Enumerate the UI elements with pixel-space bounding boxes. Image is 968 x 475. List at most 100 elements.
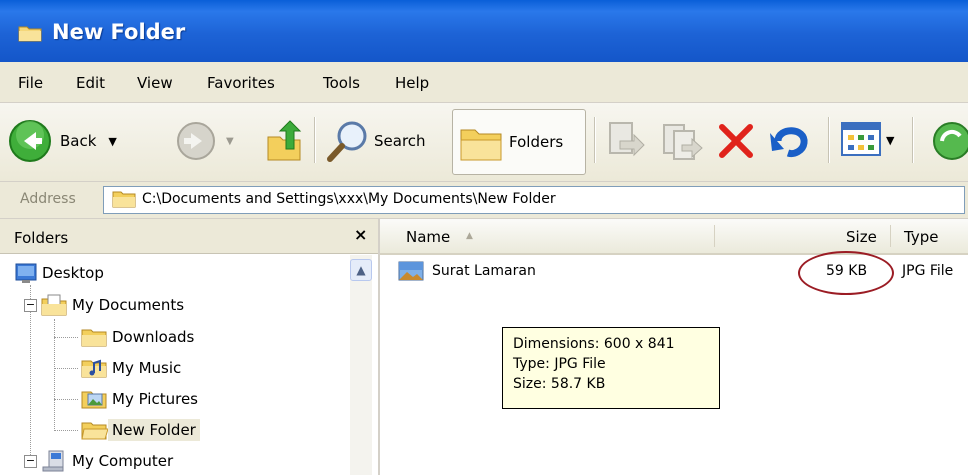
my-documents-icon: [41, 294, 67, 316]
folder-icon: [18, 26, 42, 42]
tree-item-label: Desktop: [42, 264, 104, 282]
file-list: Name ▲ Size Type Surat Lamaran 59 KB JPG…: [380, 219, 968, 475]
move-to-button[interactable]: [606, 119, 646, 163]
column-type[interactable]: Type: [904, 228, 938, 246]
up-folder-icon: [267, 120, 302, 161]
folders-pane: Folders × Desktop − My Documents Downloa…: [0, 219, 380, 475]
file-name: Surat Lamaran: [432, 263, 536, 279]
menu-bar: File Edit View Favorites Tools Help: [0, 62, 968, 103]
back-arrow-icon: [9, 120, 51, 162]
folders-button[interactable]: Folders: [452, 109, 586, 175]
delete-x-icon: [719, 124, 753, 158]
tree-item-my-computer[interactable]: My Computer: [40, 447, 177, 475]
title-bar[interactable]: New Folder: [0, 0, 968, 62]
tree-item-downloads[interactable]: Downloads: [80, 323, 198, 351]
forward-dropdown-icon[interactable]: ▼: [226, 136, 234, 147]
column-divider[interactable]: [714, 225, 715, 247]
menu-favorites[interactable]: Favorites: [207, 74, 275, 92]
address-bar: Address C:\Documents and Settings\xxx\My…: [0, 182, 968, 219]
toolbar-separator: [828, 117, 829, 163]
column-name[interactable]: Name: [406, 228, 450, 246]
menu-view[interactable]: View: [137, 74, 173, 92]
close-icon[interactable]: ×: [354, 225, 367, 244]
back-dropdown-icon[interactable]: ▼: [108, 135, 116, 148]
tree-line: [54, 337, 78, 338]
tree-item-my-music[interactable]: My Music: [80, 354, 185, 382]
folder-open-icon: [81, 422, 108, 440]
file-row[interactable]: Surat Lamaran: [398, 261, 536, 281]
forward-button[interactable]: ▼: [176, 121, 234, 161]
address-value: C:\Documents and Settings\xxx\My Documen…: [142, 191, 556, 207]
synchronize-icon: [933, 122, 968, 160]
toolbar-separator: [594, 117, 595, 163]
column-size[interactable]: Size: [846, 228, 877, 246]
copy-to-button[interactable]: [660, 119, 704, 163]
tree-line: [54, 368, 78, 369]
column-divider[interactable]: [890, 225, 891, 247]
annotation-circle: [798, 251, 894, 295]
menu-tools[interactable]: Tools: [323, 74, 360, 92]
address-label: Address: [20, 191, 76, 207]
folders-scrollbar[interactable]: ▲: [350, 255, 372, 475]
tree-item-my-pictures[interactable]: My Pictures: [80, 385, 202, 413]
undo-button[interactable]: [768, 119, 812, 163]
tree-item-my-documents[interactable]: My Documents: [40, 291, 188, 319]
tree-collapse-icon[interactable]: −: [24, 455, 37, 468]
views-dropdown-icon[interactable]: ▼: [886, 134, 894, 147]
undo-icon: [770, 127, 808, 157]
views-icon: [841, 122, 881, 156]
desktop-icon: [15, 263, 37, 283]
tree-line: [54, 399, 78, 400]
scroll-up-icon[interactable]: ▲: [350, 259, 372, 281]
folder-icon: [81, 329, 107, 347]
tree-line: [54, 319, 55, 431]
copy-to-icon: [663, 124, 703, 160]
folders-icon: [460, 129, 502, 161]
tree-item-label: My Music: [112, 359, 182, 377]
tree-item-label: My Computer: [72, 452, 174, 470]
back-label: Back: [60, 132, 97, 150]
delete-button[interactable]: [716, 121, 756, 161]
address-field[interactable]: C:\Documents and Settings\xxx\My Documen…: [103, 186, 965, 214]
up-folder-button[interactable]: [266, 119, 302, 163]
tooltip-size: Size: 58.7 KB: [513, 376, 606, 392]
menu-file[interactable]: File: [18, 74, 43, 92]
forward-arrow-icon: [177, 122, 215, 160]
tree-item-label: New Folder: [108, 419, 200, 441]
column-header-row: Name ▲ Size Type: [380, 219, 968, 255]
tree-collapse-icon[interactable]: −: [24, 299, 37, 312]
tree-item-desktop[interactable]: Desktop: [14, 259, 108, 287]
menu-help[interactable]: Help: [395, 74, 429, 92]
tree-line: [54, 430, 78, 431]
views-button[interactable]: ▼: [840, 121, 894, 159]
tooltip-type: Type: JPG File: [513, 356, 606, 372]
menu-edit[interactable]: Edit: [76, 74, 105, 92]
search-label: Search: [374, 132, 426, 150]
tree-item-label: My Documents: [72, 296, 185, 314]
toolbar: Back ▼ ▼ Search Folders ▼: [0, 103, 968, 182]
tooltip-dimensions: Dimensions: 600 x 841: [513, 336, 675, 352]
tree-item-label: My Pictures: [112, 390, 198, 408]
tree-item-label: Downloads: [112, 328, 195, 346]
toolbar-separator: [314, 117, 315, 163]
jpg-image-icon: [398, 261, 424, 281]
sort-ascending-icon: ▲: [466, 231, 473, 241]
move-to-icon: [609, 122, 645, 157]
file-info-tooltip: Dimensions: 600 x 841 Type: JPG File Siz…: [502, 327, 720, 409]
my-computer-icon: [42, 450, 64, 472]
search-icon: [327, 121, 367, 162]
my-music-icon: [81, 359, 107, 378]
toolbar-separator: [912, 117, 913, 163]
my-pictures-icon: [81, 391, 107, 409]
back-button[interactable]: Back ▼: [8, 119, 117, 163]
explorer-window: New Folder File Edit View Favorites Tool…: [0, 0, 968, 475]
search-button[interactable]: Search: [326, 119, 426, 163]
tree-item-new-folder[interactable]: New Folder: [80, 416, 200, 444]
window-title: New Folder: [52, 20, 186, 44]
folder-icon: [112, 191, 136, 208]
folders-label: Folders: [509, 133, 564, 151]
file-type: JPG File: [902, 263, 954, 279]
folders-pane-title: Folders: [14, 229, 69, 247]
synchronize-button[interactable]: [930, 119, 968, 163]
folders-pane-header: Folders ×: [0, 219, 378, 254]
